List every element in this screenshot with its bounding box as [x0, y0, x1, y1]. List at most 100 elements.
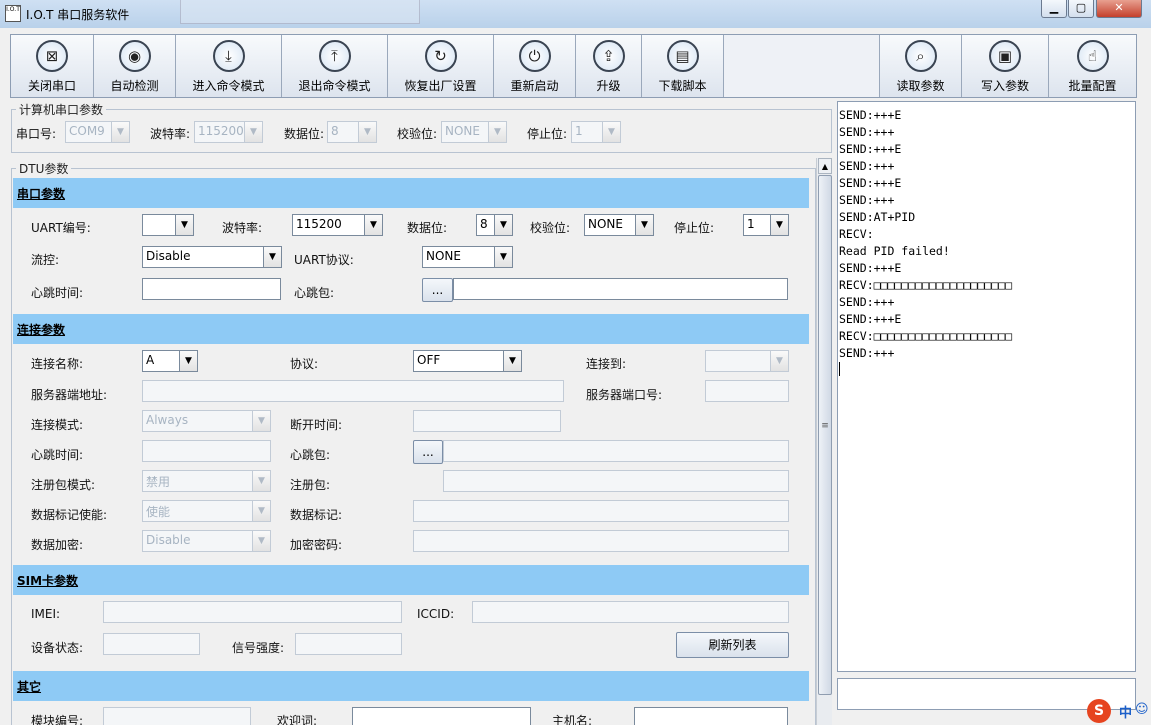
- scroll-thumb[interactable]: ≡: [818, 175, 832, 695]
- welcome-input[interactable]: [352, 707, 531, 725]
- batch-config-button[interactable]: ☝ 批量配置: [1049, 35, 1136, 97]
- dtu-scrollbar[interactable]: ▲ ≡: [816, 158, 832, 725]
- auto-detect-label: 自动检测: [110, 79, 159, 93]
- server-port-label: 服务器端口号:: [586, 388, 663, 402]
- conn-heartbeat-pkt-input[interactable]: [443, 440, 789, 462]
- tag-enable-select[interactable]: 使能 ▼: [142, 500, 271, 522]
- minimize-button[interactable]: ▁: [1041, 0, 1067, 18]
- welcome-label: 欢迎词:: [277, 714, 318, 725]
- conn-protocol-select[interactable]: OFF ▼: [413, 350, 522, 372]
- chevron-down-icon: ▼: [252, 411, 270, 431]
- log-output[interactable]: SEND:+++E SEND:+++ SEND:+++E SEND:+++ SE…: [837, 101, 1136, 672]
- download-script-icon: ▤: [666, 40, 699, 72]
- serial-heartbeat-time-input[interactable]: [142, 278, 281, 300]
- pc-databits-select[interactable]: 8 ▼: [327, 121, 377, 143]
- dtu-parity-value: NONE: [588, 217, 623, 231]
- conn-mode-select[interactable]: Always ▼: [142, 410, 271, 432]
- module-id-input[interactable]: [103, 707, 251, 725]
- log-line: SEND:+++: [839, 295, 895, 309]
- pc-parity-select[interactable]: NONE ▼: [441, 121, 507, 143]
- read-params-icon: ⌕: [904, 40, 937, 72]
- dtu-baud-select[interactable]: 115200 ▼: [292, 214, 383, 236]
- hostname-input[interactable]: [634, 707, 788, 725]
- imei-input[interactable]: [103, 601, 402, 623]
- dtu-databits-label: 数据位:: [407, 221, 448, 235]
- flow-select[interactable]: Disable ▼: [142, 246, 282, 268]
- connection-section-header: 连接参数: [13, 314, 809, 344]
- read-params-button[interactable]: ⌕ 读取参数: [879, 35, 962, 97]
- serial-section-title: 串口参数: [17, 187, 66, 201]
- scroll-up-arrow-icon[interactable]: ▲: [818, 158, 832, 174]
- serial-heartbeat-pkt-input[interactable]: [453, 278, 788, 300]
- tag-label: 数据标记:: [290, 508, 343, 522]
- maximize-button[interactable]: ▢: [1068, 0, 1094, 18]
- conn-heartbeat-time-input[interactable]: [142, 440, 271, 462]
- serial-heartbeat-pkt-browse-button[interactable]: ...: [422, 278, 453, 302]
- enter-command-mode-button[interactable]: ⤓ 进入命令模式: [176, 35, 282, 97]
- conn-protocol-label: 协议:: [290, 357, 319, 371]
- chevron-down-icon: ▼: [111, 122, 129, 142]
- dtu-parity-select[interactable]: NONE ▼: [584, 214, 654, 236]
- close-port-button[interactable]: ⊠ 关闭串口: [11, 35, 94, 97]
- exit-command-mode-button[interactable]: ⤒ 退出命令模式: [282, 35, 388, 97]
- server-port-input[interactable]: [705, 380, 789, 402]
- refresh-list-button[interactable]: 刷新列表: [676, 632, 789, 658]
- uart-protocol-select[interactable]: NONE ▼: [422, 246, 513, 268]
- download-script-button[interactable]: ▤ 下载脚本: [642, 35, 724, 97]
- read-params-label: 读取参数: [896, 79, 945, 93]
- pc-serial-legend: 计算机串口参数: [19, 103, 104, 117]
- reg-pkt-input[interactable]: [443, 470, 789, 492]
- dtu-stopbits-select[interactable]: 1 ▼: [743, 214, 789, 236]
- dtu-parity-label: 校验位:: [530, 221, 571, 235]
- serial-section-header: 串口参数: [13, 178, 809, 208]
- dtu-baud-value: 115200: [296, 217, 342, 231]
- dtu-databits-select[interactable]: 8 ▼: [476, 214, 513, 236]
- log-line: SEND:+++: [839, 193, 895, 207]
- text-caret: [839, 362, 840, 376]
- connect-to-select[interactable]: ▼: [705, 350, 789, 372]
- pc-stopbits-select[interactable]: 1 ▼: [571, 121, 621, 143]
- encrypt-pwd-input[interactable]: [413, 530, 789, 552]
- uart-select[interactable]: ▼: [142, 214, 194, 236]
- other-section-title: 其它: [17, 680, 42, 694]
- server-addr-input[interactable]: [142, 380, 564, 402]
- chevron-down-icon: ▼: [503, 351, 521, 371]
- chevron-down-icon: ▼: [252, 471, 270, 491]
- iccid-input[interactable]: [472, 601, 789, 623]
- close-window-button[interactable]: ✕: [1096, 0, 1142, 18]
- auto-detect-icon: ◉: [118, 40, 151, 72]
- chevron-down-icon: ▼: [175, 215, 193, 235]
- pc-port-select[interactable]: COM9 ▼: [65, 121, 130, 143]
- disconnect-time-input[interactable]: [413, 410, 561, 432]
- chevron-down-icon: ▼: [252, 531, 270, 551]
- conn-name-select[interactable]: A ▼: [142, 350, 198, 372]
- encrypt-select[interactable]: Disable ▼: [142, 530, 271, 552]
- restart-button[interactable]: ⏻ 重新启动: [494, 35, 576, 97]
- disconnect-time-label: 断开时间:: [290, 418, 343, 432]
- uart-protocol-label: UART协议:: [294, 253, 354, 267]
- factory-reset-label: 恢复出厂设置: [404, 79, 477, 93]
- module-id-label: 模块编号:: [31, 714, 84, 725]
- write-params-icon: ▣: [989, 40, 1021, 72]
- signal-input[interactable]: [295, 633, 402, 655]
- dtu-databits-value: 8: [480, 217, 488, 231]
- pc-baud-select[interactable]: 115200 ▼: [194, 121, 263, 143]
- reg-pkt-label: 注册包:: [290, 478, 331, 492]
- tag-input[interactable]: [413, 500, 789, 522]
- conn-heartbeat-pkt-browse-button[interactable]: ...: [413, 440, 443, 464]
- ime-indicator[interactable]: S 中 ☺: [1087, 699, 1149, 723]
- write-params-label: 写入参数: [980, 79, 1029, 93]
- chevron-down-icon: ▼: [494, 247, 512, 267]
- auto-detect-button[interactable]: ◉ 自动检测: [94, 35, 176, 97]
- background-window-tab: [180, 0, 420, 24]
- dtu-stopbits-value: 1: [747, 217, 755, 231]
- serial-heartbeat-pkt-label: 心跳包:: [294, 286, 335, 300]
- download-script-label: 下载脚本: [658, 79, 707, 93]
- log-line: SEND:+++E: [839, 176, 902, 190]
- write-params-button[interactable]: ▣ 写入参数: [962, 35, 1049, 97]
- device-status-input[interactable]: [103, 633, 200, 655]
- reg-mode-select[interactable]: 禁用 ▼: [142, 470, 271, 492]
- log-line: SEND:+++: [839, 125, 895, 139]
- factory-reset-button[interactable]: ↻ 恢复出厂设置: [388, 35, 494, 97]
- upgrade-button[interactable]: ⇪ 升级: [576, 35, 642, 97]
